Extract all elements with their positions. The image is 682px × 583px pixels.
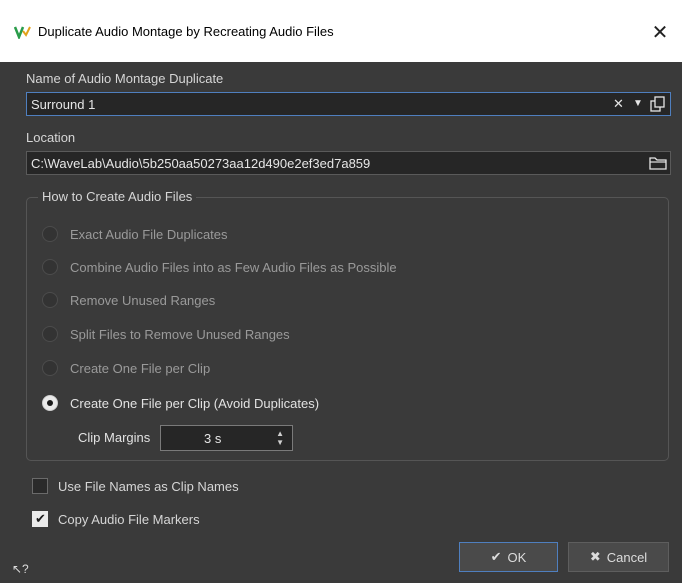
name-input[interactable]: Surround 1 ✕ ▼ [26, 92, 671, 116]
radio-one-file-per-clip-avoid-duplicates[interactable]: Create One File per Clip (Avoid Duplicat… [42, 395, 319, 411]
clip-margins-value: 3 s [204, 431, 222, 446]
folder-icon[interactable] [649, 156, 667, 173]
location-input[interactable]: C:\WaveLab\Audio\5b250aa50273aa12d490e2e… [26, 151, 671, 175]
radio-combine-files[interactable]: Combine Audio Files into as Few Audio Fi… [42, 259, 397, 275]
checkbox-box [32, 478, 48, 494]
radio-remove-unused[interactable]: Remove Unused Ranges [42, 292, 215, 308]
group-title: How to Create Audio Files [38, 189, 197, 204]
radio-circle [42, 360, 58, 376]
radio-circle [42, 259, 58, 275]
ok-button[interactable]: ✔ OK [459, 542, 558, 572]
copy-icon[interactable] [649, 96, 667, 115]
title-bar: Duplicate Audio Montage by Recreating Au… [0, 0, 682, 62]
close-icon[interactable]: ✕ [638, 16, 682, 48]
location-label: Location [26, 130, 76, 145]
check-icon: ✔ [490, 549, 502, 564]
clip-margins-stepper[interactable]: 3 s ▲ ▼ [160, 425, 293, 451]
location-input-value: C:\WaveLab\Audio\5b250aa50273aa12d490e2e… [31, 156, 371, 171]
radio-one-file-per-clip[interactable]: Create One File per Clip [42, 360, 210, 376]
clip-margins-label: Clip Margins [78, 430, 151, 445]
radio-circle [42, 226, 58, 242]
name-label: Name of Audio Montage Duplicate [26, 71, 224, 86]
use-file-names-checkbox[interactable]: Use File Names as Clip Names [32, 478, 239, 494]
radio-label: Create One File per Clip [70, 360, 211, 376]
stepper-arrows-icon[interactable]: ▲ ▼ [276, 429, 284, 447]
checkbox-label: Copy Audio File Markers [58, 511, 200, 527]
radio-split-files[interactable]: Split Files to Remove Unused Ranges [42, 326, 290, 342]
name-input-value: Surround 1 [31, 97, 96, 112]
wavelab-icon [13, 25, 32, 41]
copy-markers-checkbox[interactable]: Copy Audio File Markers [32, 511, 200, 527]
radio-circle [42, 326, 58, 342]
radio-label: Split Files to Remove Unused Ranges [70, 326, 290, 342]
window-title: Duplicate Audio Montage by Recreating Au… [38, 24, 334, 39]
radio-label: Create One File per Clip (Avoid Duplicat… [70, 395, 320, 411]
radio-circle [42, 292, 58, 308]
help-icon[interactable]: ↖? [12, 562, 29, 576]
cancel-label: Cancel [606, 549, 648, 565]
chevron-down-icon[interactable]: ▼ [633, 98, 643, 109]
clear-icon[interactable]: ✕ [613, 96, 624, 112]
checkbox-box-checked [32, 511, 48, 527]
radio-circle-selected [42, 395, 58, 411]
cancel-icon: ✖ [589, 549, 601, 564]
cancel-button[interactable]: ✖ Cancel [568, 542, 669, 572]
radio-label: Exact Audio File Duplicates [70, 226, 228, 242]
checkbox-label: Use File Names as Clip Names [58, 478, 239, 494]
radio-label: Combine Audio Files into as Few Audio Fi… [70, 259, 397, 275]
radio-label: Remove Unused Ranges [70, 292, 216, 308]
radio-exact-duplicates[interactable]: Exact Audio File Duplicates [42, 226, 228, 242]
ok-label: OK [507, 549, 527, 565]
